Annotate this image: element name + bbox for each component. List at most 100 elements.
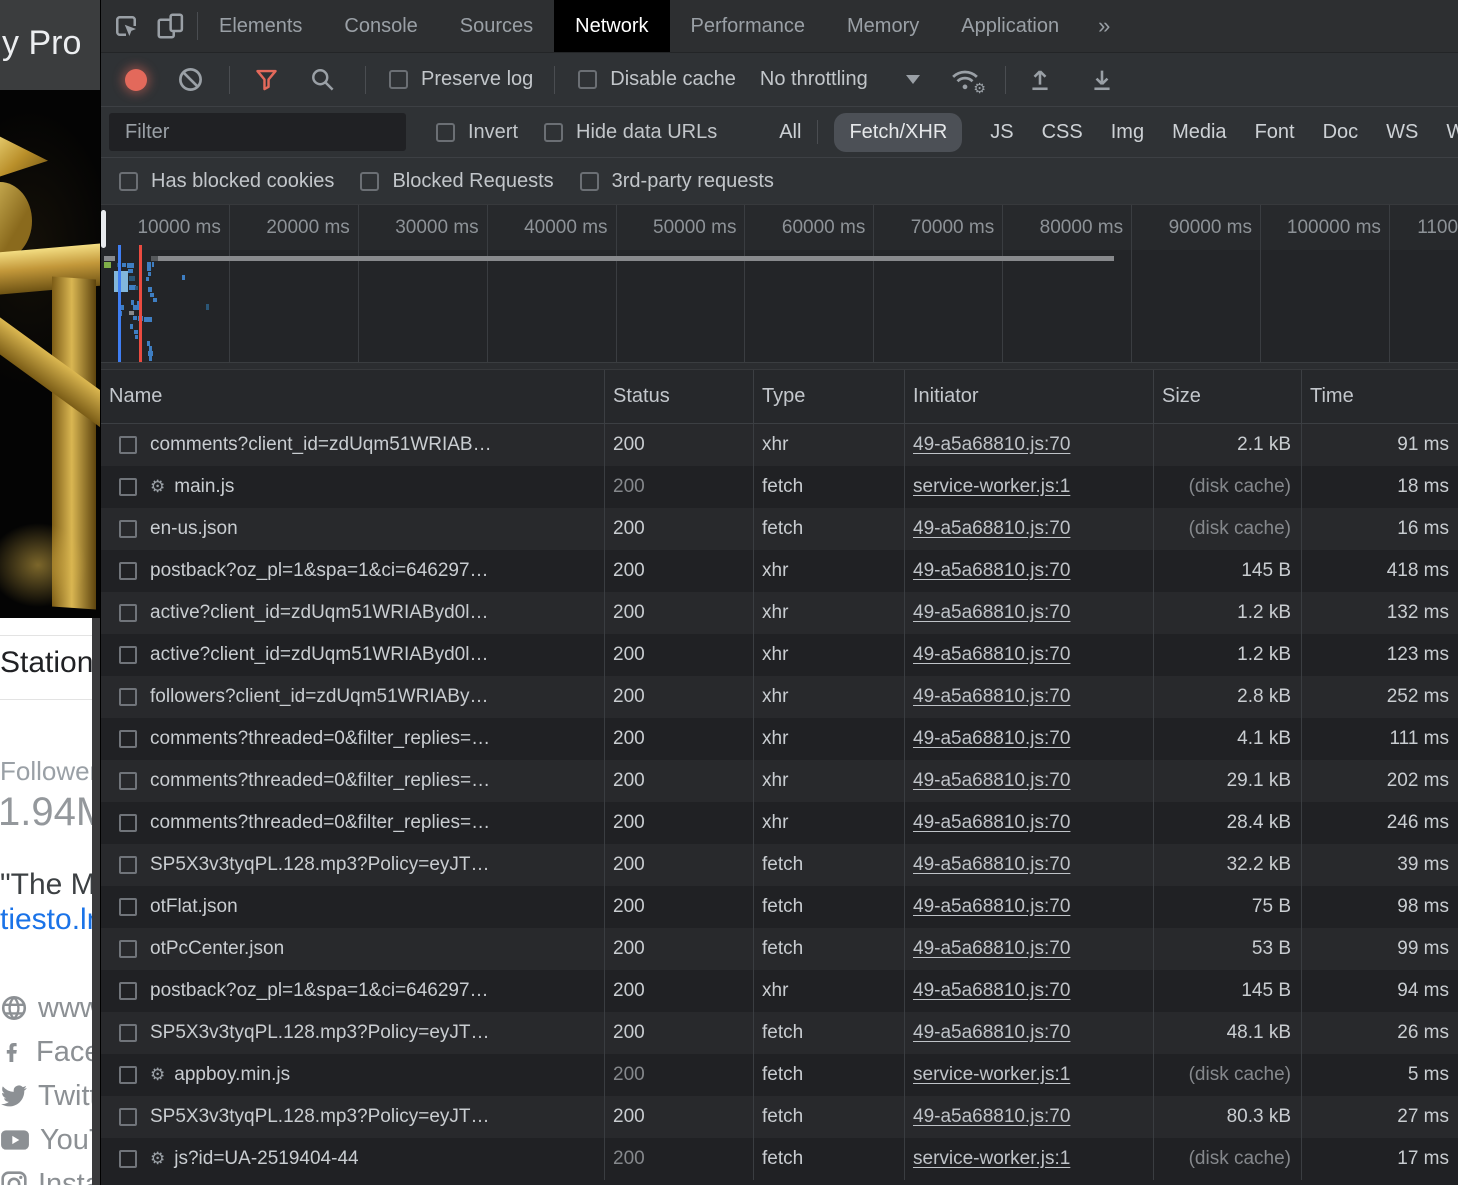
initiator-link[interactable]: 49-a5a68810.js:70	[913, 560, 1070, 582]
initiator-link[interactable]: 49-a5a68810.js:70	[913, 518, 1070, 540]
initiator-link[interactable]: 49-a5a68810.js:70	[913, 1022, 1070, 1044]
filter-type-all[interactable]: All	[779, 121, 801, 144]
blocked-requests-checkbox[interactable]	[360, 172, 379, 191]
request-checkbox[interactable]	[119, 1024, 137, 1042]
tab-console[interactable]: Console	[323, 0, 438, 52]
request-checkbox[interactable]	[119, 772, 137, 790]
column-header-time[interactable]: Time	[1301, 370, 1458, 423]
column-header-type[interactable]: Type	[753, 370, 904, 423]
3rd-party-requests-checkbox[interactable]	[580, 172, 599, 191]
hide-data-urls-checkbox[interactable]	[544, 123, 563, 142]
filter-type-img[interactable]: Img	[1111, 121, 1144, 144]
request-checkbox[interactable]	[119, 688, 137, 706]
network-request-row[interactable]: postback?oz_pl=1&spa=1&ci=646297…200xhr4…	[101, 970, 1458, 1012]
filter-input[interactable]	[109, 113, 406, 151]
request-checkbox[interactable]	[119, 562, 137, 580]
import-har-icon[interactable]	[1026, 66, 1054, 94]
invert-checkbox[interactable]	[436, 123, 455, 142]
network-request-row[interactable]: otPcCenter.json200fetch49-a5a68810.js:70…	[101, 928, 1458, 970]
has-blocked-cookies-checkbox[interactable]	[119, 172, 138, 191]
network-request-row[interactable]: en-us.json200fetch49-a5a68810.js:70(disk…	[101, 508, 1458, 550]
initiator-link[interactable]: 49-a5a68810.js:70	[913, 644, 1070, 666]
network-request-row[interactable]: active?client_id=zdUqm51WRIAByd0l…200xhr…	[101, 634, 1458, 676]
bio-link[interactable]: tiesto.lnk	[0, 903, 100, 937]
initiator-link[interactable]: 49-a5a68810.js:70	[913, 602, 1070, 624]
filter-type-fetch-xhr[interactable]: Fetch/XHR	[834, 113, 962, 152]
request-checkbox[interactable]	[119, 1150, 137, 1168]
initiator-link[interactable]: service-worker.js:1	[913, 1148, 1070, 1170]
network-request-row[interactable]: SP5X3v3tyqPL.128.mp3?Policy=eyJT…200fetc…	[101, 844, 1458, 886]
record-button[interactable]	[125, 69, 147, 91]
column-header-name[interactable]: Name	[101, 370, 604, 423]
tab-sources[interactable]: Sources	[439, 0, 554, 52]
clear-icon[interactable]	[177, 66, 204, 93]
column-header-status[interactable]: Status	[604, 370, 753, 423]
column-header-size[interactable]: Size	[1153, 370, 1301, 423]
initiator-link[interactable]: 49-a5a68810.js:70	[913, 812, 1070, 834]
more-tabs-icon[interactable]: »	[1080, 0, 1128, 52]
initiator-link[interactable]: 49-a5a68810.js:70	[913, 686, 1070, 708]
network-request-row[interactable]: postback?oz_pl=1&spa=1&ci=646297…200xhr4…	[101, 550, 1458, 592]
inspect-element-icon[interactable]	[111, 11, 141, 41]
filter-type-media[interactable]: Media	[1172, 121, 1226, 144]
network-request-row[interactable]: otFlat.json200fetch49-a5a68810.js:7075 B…	[101, 886, 1458, 928]
network-conditions-icon[interactable]: ⚙	[950, 67, 980, 93]
filter-type-ws[interactable]: WS	[1386, 121, 1418, 144]
throttling-select[interactable]: No throttling	[760, 68, 868, 91]
request-checkbox[interactable]	[119, 1108, 137, 1126]
network-request-row[interactable]: ⚙appboy.min.js200fetchservice-worker.js:…	[101, 1054, 1458, 1096]
column-header-initiator[interactable]: Initiator	[904, 370, 1153, 423]
search-icon[interactable]	[309, 66, 336, 93]
network-request-row[interactable]: comments?threaded=0&filter_replies=…200x…	[101, 760, 1458, 802]
initiator-link[interactable]: 49-a5a68810.js:70	[913, 980, 1070, 1002]
filter-type-wasm[interactable]: Wasm	[1446, 121, 1458, 144]
initiator-link[interactable]: service-worker.js:1	[913, 476, 1070, 498]
filter-type-css[interactable]: CSS	[1042, 121, 1083, 144]
request-checkbox[interactable]	[119, 730, 137, 748]
filter-type-doc[interactable]: Doc	[1323, 121, 1359, 144]
export-har-icon[interactable]	[1088, 66, 1116, 94]
request-checkbox[interactable]	[119, 982, 137, 1000]
disable-cache-checkbox[interactable]	[578, 70, 597, 89]
request-checkbox[interactable]	[119, 898, 137, 916]
filter-type-font[interactable]: Font	[1255, 121, 1295, 144]
request-checkbox[interactable]	[119, 478, 137, 496]
network-request-row[interactable]: comments?threaded=0&filter_replies=…200x…	[101, 802, 1458, 844]
network-request-row[interactable]: SP5X3v3tyqPL.128.mp3?Policy=eyJT…200fetc…	[101, 1096, 1458, 1138]
request-checkbox[interactable]	[119, 940, 137, 958]
social-link-twitte[interactable]: Twitte	[0, 1074, 100, 1118]
initiator-link[interactable]: 49-a5a68810.js:70	[913, 728, 1070, 750]
tab-performance[interactable]: Performance	[670, 0, 827, 52]
request-checkbox[interactable]	[119, 646, 137, 664]
initiator-link[interactable]: service-worker.js:1	[913, 1064, 1070, 1086]
request-checkbox[interactable]	[119, 856, 137, 874]
social-link-youtu[interactable]: YouTu	[0, 1118, 100, 1162]
network-request-row[interactable]: comments?threaded=0&filter_replies=…200x…	[101, 718, 1458, 760]
filter-type-js[interactable]: JS	[990, 121, 1013, 144]
initiator-link[interactable]: 49-a5a68810.js:70	[913, 770, 1070, 792]
network-request-row[interactable]: ⚙js?id=UA-2519404-44200fetchservice-work…	[101, 1138, 1458, 1180]
request-checkbox[interactable]	[119, 1066, 137, 1084]
initiator-link[interactable]: 49-a5a68810.js:70	[913, 896, 1070, 918]
social-link-www[interactable]: www.	[0, 986, 100, 1030]
timeline-overview[interactable]: 10000 ms20000 ms30000 ms40000 ms50000 ms…	[101, 205, 1458, 370]
request-checkbox[interactable]	[119, 436, 137, 454]
tab-memory[interactable]: Memory	[826, 0, 940, 52]
network-request-row[interactable]: active?client_id=zdUqm51WRIAByd0l…200xhr…	[101, 592, 1458, 634]
initiator-link[interactable]: 49-a5a68810.js:70	[913, 854, 1070, 876]
request-checkbox[interactable]	[119, 814, 137, 832]
initiator-link[interactable]: 49-a5a68810.js:70	[913, 434, 1070, 456]
overview-scroll-handle[interactable]	[101, 210, 106, 248]
network-request-row[interactable]: SP5X3v3tyqPL.128.mp3?Policy=eyJT…200fetc…	[101, 1012, 1458, 1054]
social-link-faceb[interactable]: Faceb	[0, 1030, 100, 1074]
chevron-down-icon[interactable]	[906, 75, 920, 84]
network-request-row[interactable]: ⚙main.js200fetchservice-worker.js:1(disk…	[101, 466, 1458, 508]
preserve-log-checkbox[interactable]	[389, 70, 408, 89]
request-checkbox[interactable]	[119, 520, 137, 538]
tab-network[interactable]: Network	[554, 0, 669, 52]
network-request-row[interactable]: comments?client_id=zdUqm51WRIAB…200xhr49…	[101, 424, 1458, 466]
initiator-link[interactable]: 49-a5a68810.js:70	[913, 1106, 1070, 1128]
network-request-row[interactable]: followers?client_id=zdUqm51WRIABy…200xhr…	[101, 676, 1458, 718]
filter-funnel-icon[interactable]	[253, 66, 280, 93]
social-link-instag[interactable]: Instag	[0, 1162, 100, 1185]
